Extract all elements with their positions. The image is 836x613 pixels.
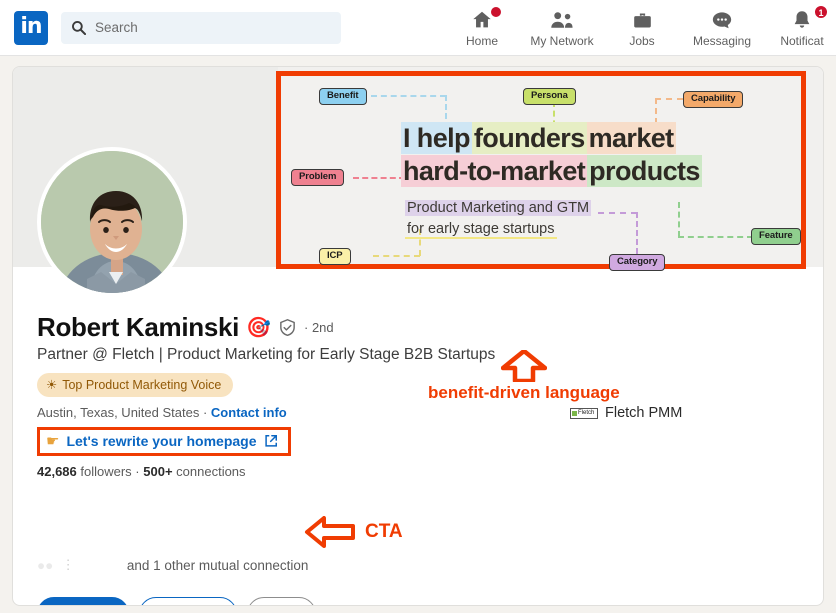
action-buttons-row: + Follow Message More bbox=[37, 597, 316, 606]
fletch-logo-text: Fletch bbox=[578, 410, 595, 416]
tag-category: Category bbox=[609, 254, 666, 271]
mutual-redacted-name: ⋮ bbox=[61, 557, 77, 572]
headline-seg-market: market bbox=[586, 122, 676, 154]
fletch-logo-icon: Fletch bbox=[570, 407, 598, 419]
message-button[interactable]: Message bbox=[139, 597, 237, 605]
nav-item-notifications[interactable]: 1 Notificat bbox=[762, 0, 836, 48]
connector-category-v bbox=[636, 212, 638, 254]
avatar[interactable] bbox=[37, 147, 187, 297]
banner-subtitle-line-2: for early stage startups bbox=[405, 221, 557, 239]
connector-problem-h bbox=[353, 177, 405, 179]
nav-label-my-network: My Network bbox=[530, 34, 594, 48]
bell-icon: 1 bbox=[762, 5, 836, 33]
tag-persona: Persona bbox=[523, 88, 576, 105]
target-emoji-icon: 🎯 bbox=[246, 316, 272, 339]
connector-capability-h bbox=[655, 98, 683, 100]
people-icon bbox=[522, 7, 602, 33]
profile-card: Benefit Persona Capability Problem Featu… bbox=[12, 66, 824, 606]
annotation-cta: CTA bbox=[304, 516, 403, 548]
banner-subtitle-line-1: Product Marketing and GTM bbox=[405, 200, 592, 216]
home-badge bbox=[490, 6, 502, 18]
company-name: Fletch PMM bbox=[605, 405, 683, 421]
mutual-connections-row[interactable]: ●● ⋮ and 1 other mutual connection bbox=[37, 557, 308, 573]
location-row: Austin, Texas, United States · Contact i… bbox=[37, 405, 597, 420]
follow-button[interactable]: + Follow bbox=[37, 597, 130, 606]
followers-label: followers bbox=[76, 464, 132, 479]
contact-info-link[interactable]: Contact info bbox=[211, 405, 287, 420]
sun-icon: ☀ bbox=[46, 378, 58, 392]
page-title: Robert Kaminski bbox=[37, 312, 240, 342]
notifications-badge: 1 bbox=[814, 5, 828, 19]
location-text: Austin, Texas, United States bbox=[37, 405, 200, 420]
followers-count: 42,686 bbox=[37, 464, 77, 479]
nav-item-messaging[interactable]: Messaging bbox=[682, 0, 762, 48]
briefcase-icon bbox=[602, 7, 682, 33]
nav-item-jobs[interactable]: Jobs bbox=[602, 0, 682, 48]
location-separator: · bbox=[199, 405, 211, 420]
connector-benefit-h bbox=[371, 95, 446, 97]
headline-seg-hard-to-market: hard-to-market bbox=[401, 155, 588, 187]
tag-capability: Capability bbox=[683, 91, 744, 108]
connections-label: connections bbox=[172, 464, 246, 479]
mutual-connections-text: and 1 other mutual connection bbox=[126, 557, 309, 573]
name-row: Robert Kaminski 🎯 · 2nd bbox=[37, 312, 597, 343]
tag-benefit: Benefit bbox=[319, 88, 367, 105]
connection-degree: · 2nd bbox=[304, 320, 334, 335]
external-link-icon bbox=[264, 435, 277, 447]
nav-label-jobs: Jobs bbox=[629, 34, 655, 48]
annotation-benefit-label: benefit-driven language bbox=[428, 383, 620, 402]
nav-label-messaging: Messaging bbox=[692, 34, 752, 48]
search-icon bbox=[72, 21, 86, 35]
fletch-logo-square bbox=[572, 410, 577, 416]
headline-seg-products: products bbox=[587, 155, 702, 187]
mutual-avatars-placeholder: ●● bbox=[37, 557, 54, 573]
voice-badge-label: Top Product Marketing Voice bbox=[62, 377, 222, 392]
pointing-hand-icon: ☛ bbox=[46, 433, 60, 450]
annotation-benefit-driven: benefit-driven language bbox=[428, 350, 620, 403]
nav-items-group: Home My Network Jobs Messaging 1 Notific… bbox=[442, 0, 836, 56]
linkedin-logo[interactable]: in bbox=[14, 10, 48, 45]
banner-headline-line-1: I help founders market bbox=[401, 122, 676, 154]
message-icon bbox=[682, 7, 762, 33]
connections-count[interactable]: 500+ bbox=[143, 464, 172, 479]
stats-separator: · bbox=[131, 464, 144, 479]
tag-problem: Problem bbox=[291, 169, 345, 186]
cta-link-text[interactable]: Let's rewrite your homepage bbox=[66, 433, 256, 449]
left-arrow-icon bbox=[305, 516, 355, 548]
nav-item-my-network[interactable]: My Network bbox=[522, 0, 602, 48]
connector-feature-h bbox=[678, 236, 753, 238]
more-button[interactable]: More bbox=[246, 597, 316, 605]
plus-icon: + bbox=[53, 605, 61, 606]
page-background: Benefit Persona Capability Problem Featu… bbox=[0, 56, 836, 613]
current-company[interactable]: Fletch Fletch PMM bbox=[570, 405, 682, 421]
connector-icp-h bbox=[373, 255, 420, 257]
tag-icp: ICP bbox=[319, 248, 351, 265]
headline-seg-i-help: I help bbox=[401, 122, 472, 154]
cta-link-highlighted[interactable]: ☛ Let's rewrite your homepage bbox=[37, 427, 291, 456]
verified-shield-icon bbox=[280, 318, 295, 336]
up-arrow-icon bbox=[500, 350, 547, 382]
connector-feature-v bbox=[678, 202, 680, 237]
top-navigation-bar: in Search Home My Network Jobs Messaging… bbox=[0, 0, 836, 56]
status-badge: ☀ Top Product Marketing Voice bbox=[37, 373, 234, 397]
nav-label-home: Home bbox=[465, 34, 498, 48]
connector-category-h bbox=[598, 212, 637, 214]
nav-label-notifications: Notificat bbox=[780, 34, 824, 48]
banner-mindmap-annotation: Benefit Persona Capability Problem Featu… bbox=[276, 71, 806, 271]
search-input[interactable]: Search bbox=[61, 11, 341, 44]
nav-item-home[interactable]: Home bbox=[442, 0, 522, 48]
banner-headline-line-2: hard-to-market products bbox=[401, 155, 702, 187]
followers-row: 42,686 followers · 500+ connections bbox=[37, 464, 597, 479]
headline-seg-founders: founders bbox=[471, 122, 587, 154]
search-placeholder-text: Search bbox=[95, 20, 138, 35]
tag-feature: Feature bbox=[751, 228, 801, 245]
follow-button-label: Follow bbox=[66, 605, 112, 606]
home-icon bbox=[442, 6, 522, 33]
annotation-cta-label: CTA bbox=[365, 521, 403, 542]
